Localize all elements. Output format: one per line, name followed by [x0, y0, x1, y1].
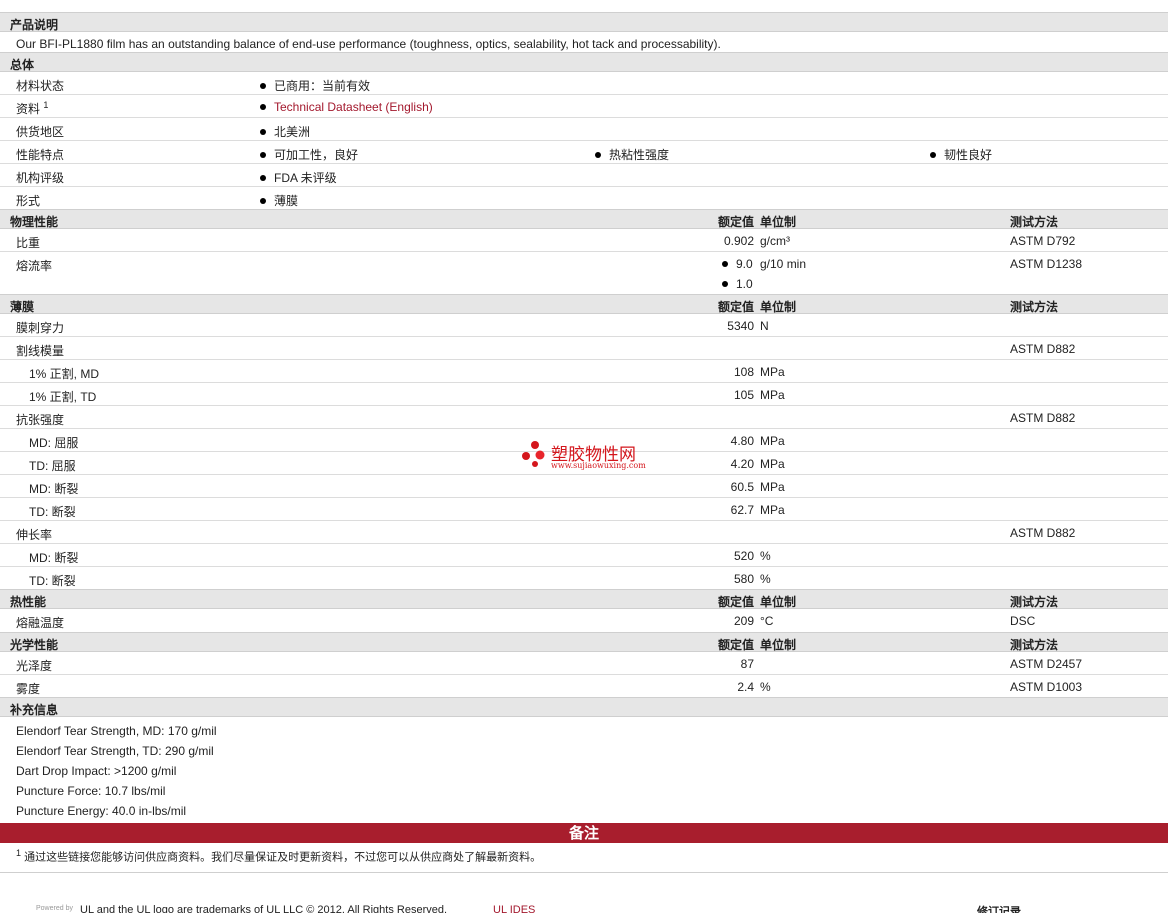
property-row: 熔流率 9.0 g/10 min ASTM D1238 1.0 — [16, 257, 1083, 291]
section-title: 总体 — [10, 58, 35, 72]
watermark: 塑胶物性网 www.sujiaowuxing.com — [521, 440, 646, 471]
watermark-url: www.sujiaowuxing.com — [551, 461, 646, 470]
header-nominal: 额定值 — [717, 215, 754, 229]
header-nominal: 额定值 — [717, 300, 754, 314]
header-method: 测试方法 — [1010, 638, 1059, 652]
property-row: 抗张强度 ASTM D882 — [0, 406, 1168, 429]
bullet-item: Technical Datasheet (English) — [260, 100, 433, 114]
property-subrow: 1% 正割, TD 105 MPa — [0, 383, 1168, 406]
bullet-icon — [930, 151, 936, 158]
row-label: 资料 1 — [16, 100, 49, 116]
powered-by: Powered by — [36, 905, 73, 912]
row-label: 性能特点 — [16, 148, 65, 162]
bullet-item: 薄膜 — [260, 192, 298, 209]
section-description: 产品说明 — [0, 12, 1168, 32]
watermark-logo-icon — [522, 441, 545, 467]
row-label: 形式 — [16, 194, 41, 208]
list-item: Elendorf Tear Strength, MD: 170 g/mil — [16, 724, 217, 738]
bullet-item: 热粘性强度 — [595, 146, 669, 163]
bullet-icon — [260, 197, 266, 204]
list-item: Dart Drop Impact: >1200 g/mil — [16, 764, 177, 778]
list-item: Puncture Force: 10.7 lbs/mil — [16, 784, 166, 798]
supplemental-list: Elendorf Tear Strength, MD: 170 g/mil El… — [0, 717, 1168, 823]
bullet-icon — [260, 128, 266, 135]
general-row: 形式 薄膜 — [0, 187, 1168, 209]
bullet-icon — [260, 82, 266, 89]
header-unit: 单位制 — [760, 215, 797, 229]
row-label: 材料状态 — [16, 79, 65, 93]
revision-history-link[interactable]: 修订记录 — [977, 903, 1021, 913]
header-nominal: 额定值 — [717, 595, 754, 609]
property-row: 伸长率 ASTM D882 — [0, 521, 1168, 544]
property-row: 割线模量 ASTM D882 — [0, 337, 1168, 360]
section-thermal: 热性能 额定值 单位制 测试方法 — [0, 589, 1168, 609]
property-subrow: MD: 断裂 520 % — [0, 544, 1168, 567]
description-text: Our BFI-PL1880 film has an outstanding b… — [16, 37, 721, 51]
section-title: 光学性能 — [10, 638, 59, 652]
bullet-icon — [260, 151, 266, 158]
bullet-icon — [260, 103, 266, 110]
bullet-item: 已商用：当前有效 — [260, 77, 370, 94]
bullet-icon — [722, 260, 728, 267]
footer: Powered by UL and the UL logo are tradem… — [0, 902, 1168, 913]
header-method: 测试方法 — [1010, 215, 1059, 229]
general-row: 材料状态 已商用：当前有效 — [0, 72, 1168, 95]
list-item: Puncture Energy: 40.0 in-lbs/mil — [16, 804, 187, 818]
bullet-item: 可加工性，良好 — [260, 146, 358, 163]
row-label: 机构评级 — [16, 171, 65, 185]
section-optical: 光学性能 额定值 单位制 测试方法 — [0, 632, 1168, 652]
section-title: 物理性能 — [10, 215, 59, 229]
property-row: 雾度 2.4 % ASTM D1003 — [16, 680, 1083, 696]
header-method: 测试方法 — [1010, 300, 1059, 314]
section-title: 薄膜 — [10, 300, 35, 314]
bullet-item: 9.0 — [722, 257, 753, 271]
section-title: 热性能 — [10, 595, 47, 609]
header-method: 测试方法 — [1010, 595, 1059, 609]
section-title: 补充信息 — [10, 703, 59, 717]
bullet-icon — [260, 174, 266, 181]
bullet-item: 1.0 — [722, 277, 753, 291]
property-subrow: MD: 断裂 60.5 MPa — [0, 475, 1168, 498]
section-film: 薄膜 额定值 单位制 测试方法 — [0, 294, 1168, 314]
general-row: 性能特点 可加工性，良好 热粘性强度 韧性良好 — [0, 141, 1168, 164]
section-title: 产品说明 — [10, 18, 59, 32]
section-physical: 物理性能 额定值 单位制 测试方法 — [0, 209, 1168, 229]
header-nominal: 额定值 — [717, 638, 754, 652]
property-subrow: TD: 断裂 580 % — [29, 572, 771, 588]
datasheet-link[interactable]: Technical Datasheet (English) — [274, 100, 433, 114]
property-row: 比重 0.902 g/cm³ ASTM D792 — [0, 229, 1168, 252]
notes-header: 备注 — [0, 823, 1168, 843]
trademark-text: UL and the UL logo are trademarks of UL … — [80, 904, 448, 913]
notes-text: 1 通过这些链接您能够访问供应商资料。我们尽量保证及时更新资料，不过您可以从供应… — [0, 843, 1168, 873]
property-subrow: TD: 断裂 62.7 MPa — [0, 498, 1168, 521]
header-unit: 单位制 — [760, 638, 797, 652]
row-label: 供货地区 — [16, 125, 65, 139]
bullet-item: FDA 未评级 — [260, 169, 337, 186]
list-item: Elendorf Tear Strength, TD: 290 g/mil — [16, 744, 214, 758]
bullet-icon — [595, 151, 601, 158]
header-unit: 单位制 — [760, 595, 797, 609]
property-row: 熔融温度 209 °C DSC — [16, 614, 1036, 630]
bullet-item: 韧性良好 — [930, 146, 992, 163]
property-row: 膜刺穿力 5340 N — [0, 314, 1168, 337]
property-subrow: 1% 正割, MD 108 MPa — [0, 360, 1168, 383]
section-general: 总体 — [0, 52, 1168, 72]
section-supplemental: 补充信息 — [0, 697, 1168, 717]
bullet-icon — [722, 280, 728, 287]
ides-link[interactable]: UL IDES — [493, 904, 535, 913]
header-unit: 单位制 — [760, 300, 797, 314]
general-row: 资料 1 Technical Datasheet (English) — [0, 95, 1168, 118]
general-row: 机构评级 FDA 未评级 — [0, 164, 1168, 187]
general-row: 供货地区 北美洲 — [0, 118, 1168, 141]
bullet-item: 北美洲 — [260, 123, 310, 140]
property-row: 光泽度 87 ASTM D2457 — [0, 652, 1168, 675]
